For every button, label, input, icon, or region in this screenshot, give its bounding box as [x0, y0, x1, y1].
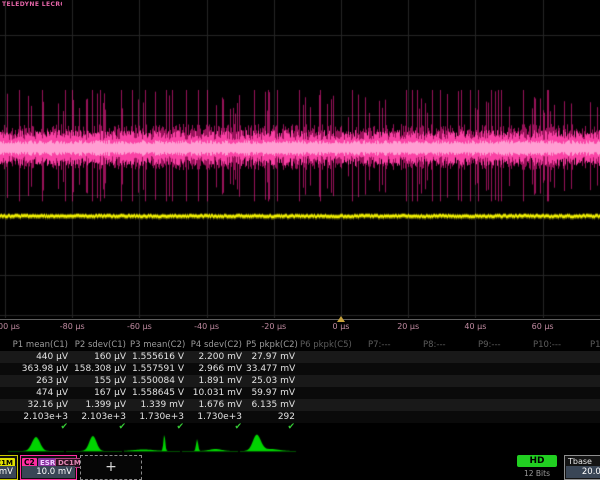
measure-value-cell: 1.558645 V	[130, 387, 188, 399]
time-tick-label: 0 µs	[333, 322, 350, 331]
measure-value-cell: 27.97 mV	[246, 351, 299, 363]
waveform-grid[interactable]	[0, 0, 600, 318]
time-tick-label: -60 µs	[127, 322, 152, 331]
status-check-icon: ✔	[0, 423, 72, 433]
measure-value-cell: 440 µV	[0, 351, 72, 363]
time-tick-label: -80 µs	[60, 322, 85, 331]
channel-c1-descriptor[interactable]: DC1M 10.0 mV	[0, 455, 18, 480]
measure-column-header-disabled[interactable]: P6 pkpk(C5)	[300, 340, 352, 351]
channel-c2-descriptor[interactable]: C2 ESR DC1M 10.0 mV	[20, 455, 77, 480]
measure-value-cell: 1.557591 V	[130, 363, 188, 375]
measure-table-row: 474 µV167 µV1.558645 V10.031 mV59.97 mV	[0, 387, 600, 399]
measure-value-cell: 6.135 mV	[246, 399, 299, 411]
time-tick-label: 20 µs	[397, 322, 419, 331]
measure-histicons[interactable]	[0, 433, 600, 454]
status-check-icon: ✔	[246, 423, 299, 433]
measure-column-header-disabled[interactable]: P8:---	[423, 340, 446, 351]
measure-column-header[interactable]: P2 sdev(C1)	[72, 340, 130, 351]
measure-value-cell: 59.97 mV	[246, 387, 299, 399]
measure-value-cell: 1.676 mV	[188, 399, 246, 411]
status-check-icon: ✔	[130, 423, 188, 433]
measure-value-cell: 160 µV	[72, 351, 130, 363]
measure-value-cell: 33.477 mV	[246, 363, 299, 375]
time-tick-label: -40 µs	[194, 322, 219, 331]
measure-column-header-disabled[interactable]: P11	[590, 340, 600, 351]
measure-value-cell: 2.966 mV	[188, 363, 246, 375]
measure-column-header[interactable]: P3 mean(C2)	[130, 340, 188, 351]
time-tick-label: 40 µs	[464, 322, 486, 331]
timebase-scale: 20.0 µs/div	[566, 466, 600, 478]
measure-value-cell: 10.031 mV	[188, 387, 246, 399]
time-axis: -100 µs -80 µs -60 µs -40 µs -20 µs 0 µs 20 µs…	[0, 320, 600, 338]
measure-value-cell: 263 µV	[0, 375, 72, 387]
measure-value-cell: 2.200 mV	[188, 351, 246, 363]
c2-vertical-scale: 10.0 mV	[22, 466, 75, 478]
measure-value-cell: 167 µV	[72, 387, 130, 399]
measure-table: P1 mean(C1)P2 sdev(C1)P3 mean(C2)P4 sdev…	[0, 340, 600, 433]
hd-mode-badge[interactable]: HD	[517, 455, 557, 467]
timebase-label: Tbase	[568, 457, 592, 466]
measure-column-header[interactable]: P5 pkpk(C2)	[246, 340, 299, 351]
measure-value-cell: 1.339 mV	[130, 399, 188, 411]
measure-value-cell: 32.16 µV	[0, 399, 72, 411]
measure-value-cell: 155 µV	[72, 375, 130, 387]
brand-logo: TELEDYNE LECROY	[2, 1, 62, 9]
measure-value-cell: 1.555616 V	[130, 351, 188, 363]
measure-value-cell: 1.399 µV	[72, 399, 130, 411]
measure-column-header-disabled[interactable]: P10:---	[533, 340, 561, 351]
measure-value-cell: 25.03 mV	[246, 375, 299, 387]
measure-column-header-disabled[interactable]: P7:---	[368, 340, 391, 351]
measure-column-header-disabled[interactable]: P9:---	[478, 340, 501, 351]
measure-table-row: 263 µV155 µV1.550084 V1.891 mV25.03 mV	[0, 375, 600, 387]
trigger-position-marker[interactable]	[337, 316, 345, 322]
measure-table-row: 32.16 µV1.399 µV1.339 mV1.676 mV6.135 mV	[0, 399, 600, 411]
measure-status-row: ✔✔✔✔✔	[0, 423, 600, 433]
time-tick-label: -20 µs	[261, 322, 286, 331]
measure-table-row: 440 µV160 µV1.555616 V2.200 mV27.97 mV	[0, 351, 600, 363]
oscilloscope-screen: TELEDYNE LECROY -100 µs -80 µs -60 µs -40 µ…	[0, 0, 600, 480]
status-check-icon: ✔	[188, 423, 246, 433]
c1-vertical-scale: 10.0 mV	[0, 466, 16, 478]
time-tick-label: 60 µs	[532, 322, 554, 331]
measure-table-row: 363.98 µV158.308 µV1.557591 V2.966 mV33.…	[0, 363, 600, 375]
measure-value-cell: 474 µV	[0, 387, 72, 399]
measure-table-row: 2.103e+32.103e+31.730e+31.730e+3292	[0, 411, 600, 423]
hd-bits-label: 12 Bits	[517, 469, 557, 478]
measure-value-cell: 363.98 µV	[0, 363, 72, 375]
add-trace-button[interactable]: +	[80, 455, 142, 480]
measure-value-cell: 1.891 mV	[188, 375, 246, 387]
measure-column-header[interactable]: P1 mean(C1)	[0, 340, 72, 351]
time-tick-label: -100 µs	[0, 322, 20, 331]
timebase-descriptor[interactable]: Tbase 20.0 µs/div	[564, 455, 600, 480]
measure-value-cell: 1.550084 V	[130, 375, 188, 387]
measure-column-header[interactable]: P4 sdev(C2)	[188, 340, 246, 351]
status-check-icon: ✔	[72, 423, 130, 433]
measure-value-cell: 158.308 µV	[72, 363, 130, 375]
